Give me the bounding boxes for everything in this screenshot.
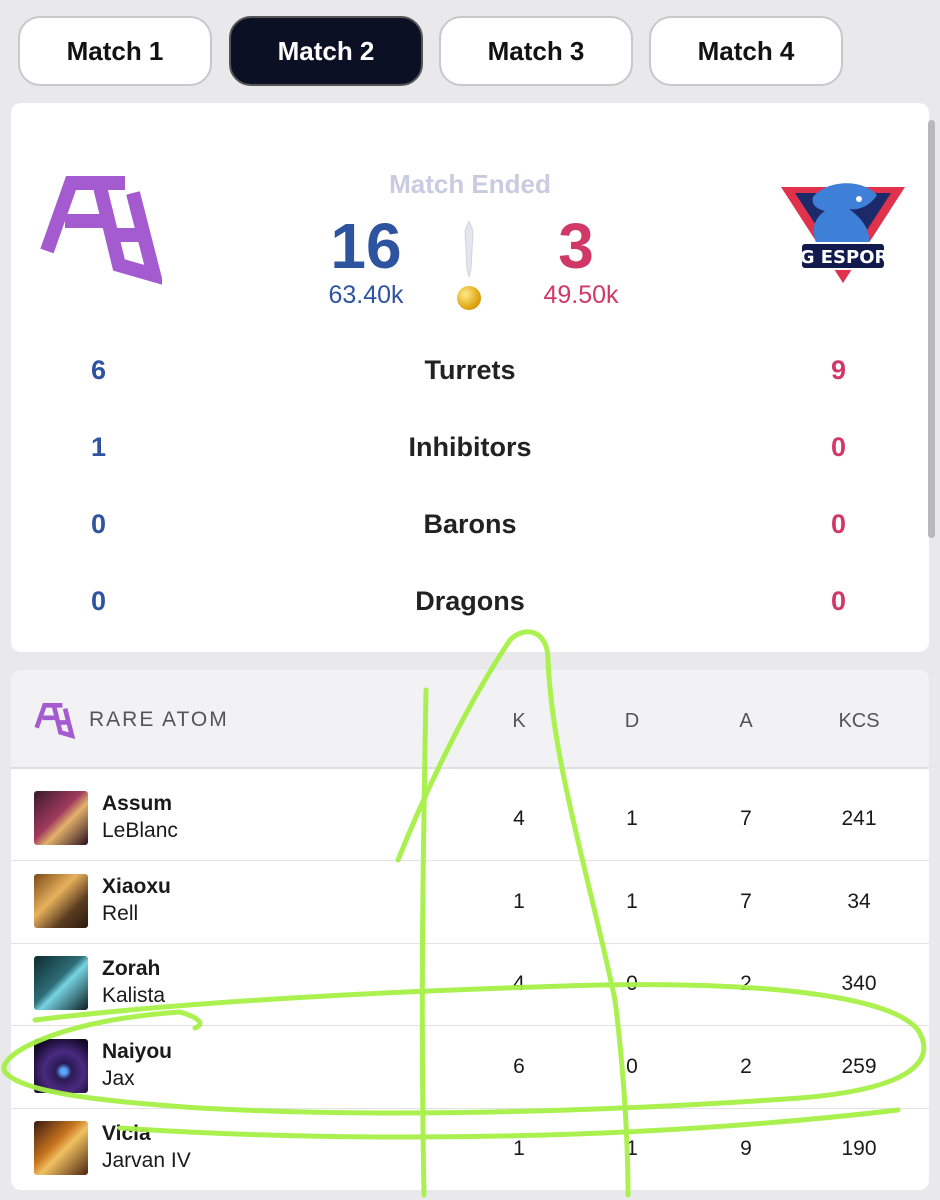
left-inhibitors: 1 (90, 432, 107, 462)
player-name: Vicla (102, 1122, 151, 1145)
assists: 9 (740, 1137, 752, 1160)
table-row[interactable]: Zorah Kalista 4 0 2 340 (11, 943, 929, 1026)
player-stats-table: RARE ATOM K D A KCS Assum LeBlanc 4 1 7 … (11, 670, 929, 1190)
right-inhibitors: 0 (830, 432, 847, 462)
kcs: 241 (841, 807, 877, 830)
tab-match-3[interactable]: Match 3 (439, 16, 633, 86)
right-team-kills: 3 (558, 210, 594, 282)
header-d[interactable]: D (592, 710, 672, 733)
assists: 7 (740, 890, 752, 913)
kills: 6 (513, 1055, 525, 1078)
match-tabs: Match 1 Match 2 Match 3 Match 4 (0, 0, 940, 100)
champion-name: Rell (102, 902, 139, 925)
kcs: 340 (841, 972, 877, 995)
kcs: 259 (841, 1055, 877, 1078)
champion-avatar (34, 956, 88, 1010)
gold-coin-icon (457, 286, 481, 310)
champion-avatar (34, 874, 88, 928)
left-dragons: 0 (90, 586, 107, 616)
right-turrets: 9 (830, 355, 847, 385)
objective-row-inhibitors: 1 Inhibitors 0 (11, 432, 929, 472)
kills: 4 (513, 807, 525, 830)
deaths: 1 (626, 1137, 638, 1160)
left-team-kills: 16 (330, 210, 402, 282)
right-dragons: 0 (830, 586, 847, 616)
deaths: 1 (626, 807, 638, 830)
assists: 2 (740, 972, 752, 995)
champion-name: Jarvan IV (102, 1149, 191, 1172)
right-team-gold: 49.50k (543, 281, 619, 309)
kills: 1 (513, 890, 525, 913)
rare-atom-small-logo (33, 702, 76, 745)
champion-avatar (34, 1121, 88, 1175)
champion-avatar (34, 791, 88, 845)
kcs: 190 (841, 1137, 877, 1160)
kills: 4 (513, 972, 525, 995)
deaths: 1 (626, 890, 638, 913)
tab-match-1[interactable]: Match 1 (18, 16, 212, 86)
table-header: RARE ATOM K D A KCS (11, 670, 929, 769)
sword-icon (456, 219, 482, 284)
tab-match-4[interactable]: Match 4 (649, 16, 843, 86)
left-team-gold: 63.40k (328, 281, 404, 309)
champion-name: Kalista (102, 984, 166, 1007)
match-summary-card: Match Ended 16 3 63.40k 49.50k LNG ESPOR… (11, 103, 929, 652)
deaths: 0 (626, 972, 638, 995)
table-row[interactable]: Xiaoxu Rell 1 1 7 34 (11, 861, 929, 944)
deaths: 0 (626, 1055, 638, 1078)
tab-match-2[interactable]: Match 2 (229, 16, 423, 86)
table-row[interactable]: Naiyou Jax 6 0 2 259 (11, 1026, 929, 1109)
assists: 2 (740, 1055, 752, 1078)
player-name: Assum (102, 792, 173, 815)
scrollbar-thumb[interactable] (928, 120, 935, 538)
player-name: Zorah (102, 957, 161, 980)
table-row[interactable]: Assum LeBlanc 4 1 7 241 (11, 778, 929, 861)
champion-name: Jax (102, 1067, 135, 1090)
objective-label: Barons (423, 509, 517, 539)
objective-row-dragons: 0 Dragons 0 (11, 586, 929, 626)
player-name: Naiyou (102, 1040, 173, 1063)
header-kcs[interactable]: KCS (819, 710, 899, 733)
objective-label: Dragons (415, 586, 525, 616)
kills: 1 (513, 1137, 525, 1160)
objective-row-barons: 0 Barons 0 (11, 509, 929, 549)
player-name: Xiaoxu (102, 875, 171, 898)
svg-text:LNG ESPORTS: LNG ESPORTS (773, 247, 913, 268)
kcs: 34 (847, 890, 871, 913)
right-barons: 0 (830, 509, 847, 539)
champion-avatar (34, 1039, 88, 1093)
objective-label: Inhibitors (408, 432, 532, 462)
objective-row-turrets: 6 Turrets 9 (11, 355, 929, 395)
assists: 7 (740, 807, 752, 830)
team-name: RARE ATOM (89, 708, 229, 731)
objective-label: Turrets (424, 355, 516, 385)
header-k[interactable]: K (479, 710, 559, 733)
left-turrets: 6 (90, 355, 107, 385)
table-row[interactable]: Vicla Jarvan IV 1 1 9 190 (11, 1108, 929, 1190)
left-barons: 0 (90, 509, 107, 539)
lng-esports-logo: LNG ESPORTS (773, 175, 913, 290)
champion-name: LeBlanc (102, 819, 178, 842)
header-a[interactable]: A (706, 710, 786, 733)
